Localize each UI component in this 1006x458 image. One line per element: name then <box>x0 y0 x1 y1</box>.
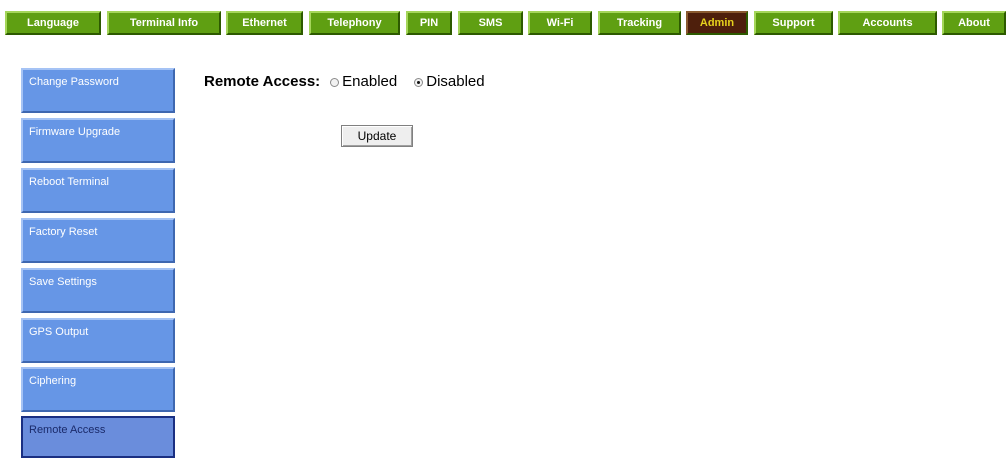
tab-tracking[interactable]: Tracking <box>598 11 681 35</box>
sidebar-item-change-password[interactable]: Change Password <box>21 68 175 113</box>
tab-telephony[interactable]: Telephony <box>309 11 400 35</box>
sidebar-item-ciphering[interactable]: Ciphering <box>21 367 175 412</box>
disabled-radio[interactable] <box>414 77 424 87</box>
update-button[interactable]: Update <box>341 125 413 147</box>
top-nav: Language Terminal Info Ethernet Telephon… <box>0 11 1006 35</box>
tab-ethernet[interactable]: Ethernet <box>226 11 303 35</box>
tab-terminal-info[interactable]: Terminal Info <box>107 11 221 35</box>
enabled-radio[interactable] <box>330 77 340 87</box>
sidebar-item-save-settings[interactable]: Save Settings <box>21 268 175 313</box>
sidebar-item-gps-output[interactable]: GPS Output <box>21 318 175 363</box>
disabled-radio-label[interactable]: Disabled <box>426 73 484 90</box>
tab-support[interactable]: Support <box>754 11 833 35</box>
tab-accounts[interactable]: Accounts <box>838 11 937 35</box>
enabled-radio-label[interactable]: Enabled <box>342 73 397 90</box>
tab-wifi[interactable]: Wi-Fi <box>528 11 592 35</box>
tab-admin[interactable]: Admin <box>686 11 748 35</box>
tab-pin[interactable]: PIN <box>406 11 452 35</box>
remote-access-row: Remote Access: Enabled Disabled <box>204 71 502 91</box>
sidebar-item-reboot-terminal[interactable]: Reboot Terminal <box>21 168 175 213</box>
sidebar-item-firmware-upgrade[interactable]: Firmware Upgrade <box>21 118 175 163</box>
tab-about[interactable]: About <box>942 11 1006 35</box>
remote-access-label: Remote Access: <box>204 72 321 90</box>
tab-language[interactable]: Language <box>5 11 101 35</box>
sidebar-item-remote-access[interactable]: Remote Access <box>21 416 175 458</box>
sidebar-item-factory-reset[interactable]: Factory Reset <box>21 218 175 263</box>
tab-sms[interactable]: SMS <box>458 11 523 35</box>
